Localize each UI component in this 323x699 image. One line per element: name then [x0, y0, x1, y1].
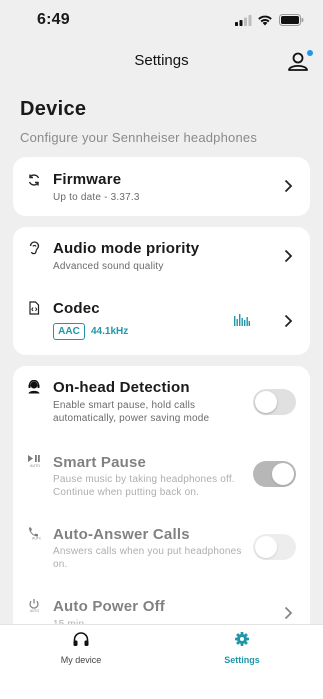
code-file-icon [29, 301, 40, 315]
chevron-right-icon [284, 314, 293, 328]
feature-title: Smart Pause [53, 454, 147, 471]
phone-auto-icon: AUTO [29, 527, 41, 541]
chevron-right-icon [284, 249, 293, 263]
audio-card: Audio mode priority Advanced sound quali… [13, 227, 310, 355]
codec-badge: AAC [53, 323, 85, 340]
tab-settings[interactable]: Settings [192, 631, 292, 665]
codec-rate: 44.1kHz [91, 326, 129, 337]
tab-label: Settings [224, 655, 260, 665]
profile-icon[interactable] [285, 48, 315, 76]
audio-mode-subtitle: Advanced sound quality [53, 261, 164, 272]
feature-subtitle: Enable smart pause, hold calls automatic… [53, 400, 210, 424]
svg-text:AUTO: AUTO [30, 464, 40, 468]
feature-title: Auto Power Off [53, 598, 165, 615]
status-time: 6:49 [37, 11, 70, 28]
power-auto-icon: AUTO [29, 599, 39, 612]
tab-label: My device [60, 655, 102, 665]
firmware-row[interactable]: Firmware Up to date - 3.37.3 [13, 157, 310, 216]
on-head-detection-toggle[interactable] [253, 389, 296, 415]
feature-title: On-head Detection [53, 379, 190, 396]
play-pause-auto-icon: AUTO [28, 455, 40, 468]
chevron-right-icon [284, 606, 293, 620]
battery-icon [279, 14, 304, 26]
nav-title: Settings [134, 52, 189, 69]
headphones-icon [73, 632, 89, 646]
features-card: On-head Detection Enable smart pause, ho… [13, 366, 310, 636]
chevron-right-icon [284, 179, 293, 193]
sync-icon [28, 174, 40, 186]
audio-mode-title: Audio mode priority [53, 240, 200, 257]
on-head-icon [28, 380, 40, 394]
auto-answer-row: AUTO Auto-Answer Calls Answers calls whe… [13, 510, 310, 582]
toggle-knob [255, 391, 277, 413]
firmware-subtitle: Up to date - 3.37.3 [53, 192, 140, 203]
auto-answer-toggle[interactable] [253, 534, 296, 560]
toggle-knob [272, 463, 294, 485]
feature-subtitle: Pause music by taking headphones off. Co… [53, 474, 235, 498]
gear-icon [235, 632, 249, 646]
smart-pause-row: AUTO Smart Pause Pause music by taking h… [13, 438, 310, 510]
svg-text:AUTO: AUTO [32, 537, 41, 541]
status-bar: 6:49 [0, 0, 323, 44]
svg-text:AUTO: AUTO [30, 609, 39, 612]
audio-mode-row[interactable]: Audio mode priority Advanced sound quali… [13, 227, 310, 287]
notification-dot [307, 50, 313, 56]
cellular-signal-icon [235, 15, 252, 26]
codec-row[interactable]: Codec AAC 44.1kHz [13, 287, 310, 355]
firmware-card[interactable]: Firmware Up to date - 3.37.3 [13, 157, 310, 216]
tab-my-device[interactable]: My device [31, 631, 131, 665]
firmware-title: Firmware [53, 171, 122, 188]
ear-icon [29, 241, 40, 255]
feature-title: Auto-Answer Calls [53, 526, 190, 543]
codec-title: Codec [53, 300, 100, 317]
smart-pause-toggle[interactable] [253, 461, 296, 487]
on-head-detection-row: On-head Detection Enable smart pause, ho… [13, 366, 310, 438]
tab-bar: My device Settings [0, 624, 323, 699]
feature-subtitle: Answers calls when you put headphones on… [53, 546, 242, 570]
wifi-icon [258, 15, 272, 26]
page-title: Device [20, 98, 87, 120]
audio-bars-icon [234, 314, 250, 326]
page-subtitle: Configure your Sennheiser headphones [20, 130, 258, 145]
toggle-knob [255, 536, 277, 558]
